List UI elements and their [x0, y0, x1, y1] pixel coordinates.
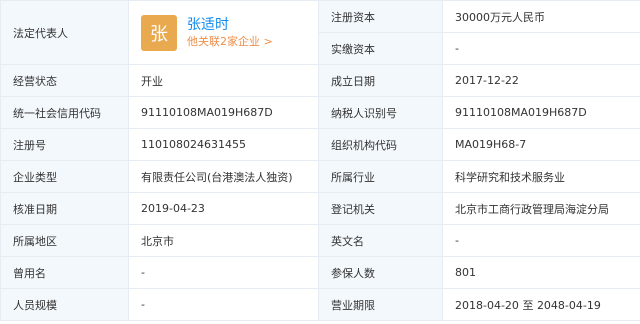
reg-number-value: 110108024631455 — [128, 128, 319, 161]
industry-label: 所属行业 — [318, 160, 443, 193]
info-table: 法定代表人 张 张适时 他关联2家企业 > 注册资本 30000万元人民币 实缴… — [0, 0, 640, 321]
table-row: 经营状态 开业 成立日期 2017-12-22 — [0, 64, 640, 97]
business-term-label: 营业期限 — [318, 288, 443, 321]
table-row: 人员规模 - 营业期限 2018-04-20 至 2048-04-19 — [0, 288, 640, 321]
table-row: 曾用名 - 参保人数 801 — [0, 256, 640, 289]
term-end: 2048-04-19 — [536, 298, 601, 312]
table-row: 注册号 110108024631455 组织机构代码 MA019H68-7 — [0, 128, 640, 161]
paid-capital-value: - — [442, 32, 640, 65]
table-row: 法定代表人 张 张适时 他关联2家企业 > 注册资本 30000万元人民币 — [0, 0, 640, 65]
staff-size-value: - — [128, 288, 319, 321]
reg-authority-label: 登记机关 — [318, 192, 443, 225]
org-code-value: MA019H68-7 — [442, 128, 640, 161]
reg-number-label: 注册号 — [0, 128, 129, 161]
industry-value: 科学研究和技术服务业 — [442, 160, 640, 193]
region-label: 所属地区 — [0, 224, 129, 257]
insured-count-label: 参保人数 — [318, 256, 443, 289]
paid-capital-label: 实缴资本 — [318, 32, 443, 65]
company-info-table: 法定代表人 张 张适时 他关联2家企业 > 注册资本 30000万元人民币 实缴… — [0, 0, 640, 324]
status-label: 经营状态 — [0, 64, 129, 97]
insured-count-value: 801 — [442, 256, 640, 289]
related-companies-link[interactable]: 他关联2家企业 > — [187, 34, 273, 50]
former-name-label: 曾用名 — [0, 256, 129, 289]
status-value: 开业 — [128, 64, 319, 97]
approval-date-value: 2019-04-23 — [128, 192, 319, 225]
table-row: 统一社会信用代码 91110108MA019H687D 纳税人识别号 91110… — [0, 96, 640, 129]
credit-code-label: 统一社会信用代码 — [0, 96, 129, 129]
approval-date-label: 核准日期 — [0, 192, 129, 225]
taxpayer-id-value: 91110108MA019H687D — [442, 96, 640, 129]
region-value: 北京市 — [128, 224, 319, 257]
reg-authority-value: 北京市工商行政管理局海淀分局 — [442, 192, 640, 225]
table-row: 企业类型 有限责任公司(台港澳法人独资) 所属行业 科学研究和技术服务业 — [0, 160, 640, 193]
legal-rep-cell: 张 张适时 他关联2家企业 > — [128, 0, 319, 65]
avatar: 张 — [141, 14, 177, 51]
company-type-label: 企业类型 — [0, 160, 129, 193]
taxpayer-id-label: 纳税人识别号 — [318, 96, 443, 129]
org-code-label: 组织机构代码 — [318, 128, 443, 161]
registered-capital-label: 注册资本 — [318, 0, 443, 33]
registered-capital-value: 30000万元人民币 — [442, 0, 640, 33]
former-name-value: - — [128, 256, 319, 289]
founded-date-value: 2017-12-22 — [442, 64, 640, 97]
founded-date-label: 成立日期 — [318, 64, 443, 97]
legal-rep-label: 法定代表人 — [0, 0, 129, 65]
credit-code-value: 91110108MA019H687D — [128, 96, 319, 129]
business-term-value: 2018-04-20 至 2048-04-19 — [442, 288, 640, 321]
term-separator: 至 — [522, 298, 534, 312]
table-row: 所属地区 北京市 英文名 - — [0, 224, 640, 257]
company-type-value: 有限责任公司(台港澳法人独资) — [128, 160, 319, 193]
staff-size-label: 人员规模 — [0, 288, 129, 321]
legal-rep-name-link[interactable]: 张适时 — [187, 16, 273, 34]
english-name-value: - — [442, 224, 640, 257]
table-row: 核准日期 2019-04-23 登记机关 北京市工商行政管理局海淀分局 — [0, 192, 640, 225]
english-name-label: 英文名 — [318, 224, 443, 257]
term-start: 2018-04-20 — [455, 298, 519, 312]
